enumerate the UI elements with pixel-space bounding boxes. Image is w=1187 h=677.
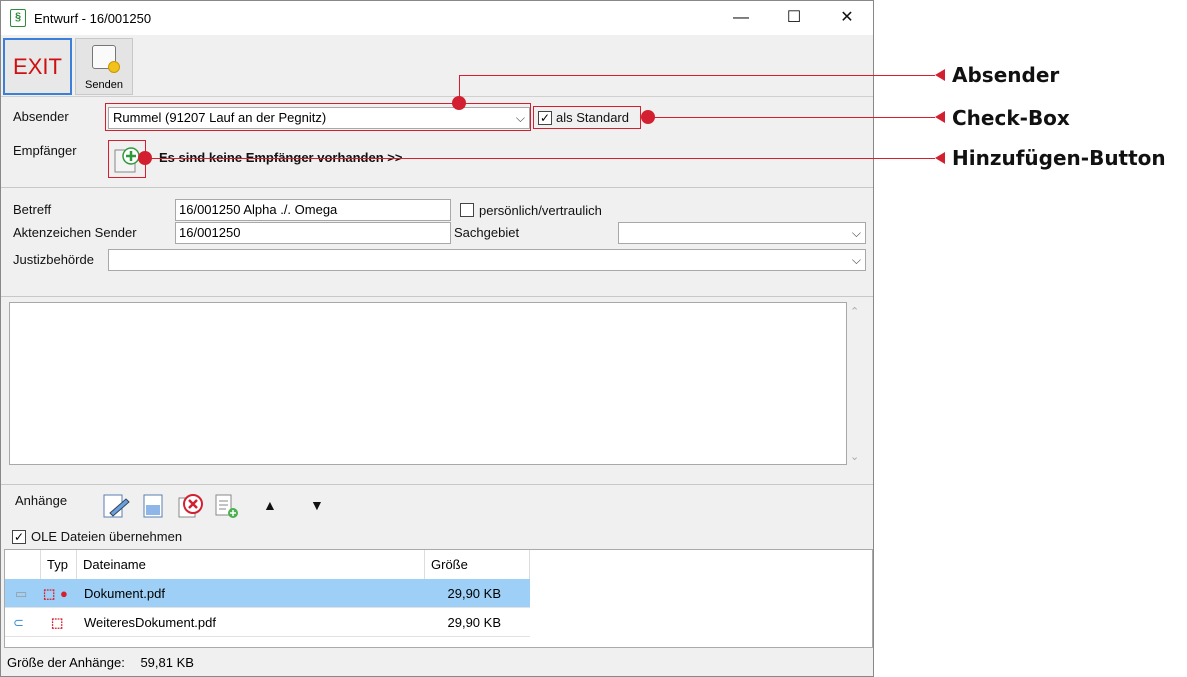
attachments-table: Typ Dateiname Größe ▭ ⬚ ● Dokument.pdf 2… — [4, 549, 873, 648]
column-header[interactable]: Typ — [41, 550, 77, 579]
dialog-window: § Entwurf - 16/001250 — ☐ ✕ EXIT Senden … — [0, 0, 874, 677]
attachments-size-status: Größe der Anhänge: 59,81 KB — [7, 655, 194, 670]
view-attachment-button[interactable] — [140, 493, 168, 519]
callout-add-button: Hinzufügen-Button — [952, 146, 1166, 170]
subject-area-label: Sachgebiet — [454, 225, 520, 240]
ole-label: OLE Dateien übernehmen — [31, 529, 183, 544]
divider — [1, 187, 873, 188]
message-body-textarea[interactable] — [9, 302, 847, 465]
callout-sender: Absender — [952, 63, 1060, 87]
document-icon: ▭ — [15, 586, 28, 601]
divider — [1, 296, 873, 297]
file-name: WeiteresDokument.pdf — [84, 615, 216, 630]
checkbox-highlight-box — [533, 106, 641, 129]
subject-label: Betreff — [13, 202, 52, 217]
callout-line — [146, 158, 935, 159]
signature-icon: ● — [60, 586, 68, 601]
callout-arrow-icon — [935, 152, 945, 164]
edit-attachment-button[interactable] — [102, 493, 130, 519]
add-document-icon — [215, 494, 238, 518]
reference-input[interactable]: 16/001250 — [175, 222, 451, 244]
pdf-icon: ⬚ — [51, 615, 64, 630]
callout-arrow-icon — [935, 111, 945, 123]
paperclip-icon: ⊂ — [13, 615, 24, 630]
document-icon — [143, 494, 163, 518]
column-header[interactable] — [5, 550, 41, 579]
confidential-label: persönlich/vertraulich — [479, 203, 602, 218]
callout-dot — [452, 96, 466, 110]
move-up-button[interactable]: ▲ — [263, 497, 277, 513]
callout-line — [648, 117, 935, 118]
close-button[interactable]: ✕ — [827, 7, 867, 29]
scroll-up-icon[interactable]: ⌃ — [850, 305, 859, 318]
file-size: 29,90 KB — [447, 615, 502, 630]
pdf-icon: ⬚ — [43, 586, 56, 601]
subject-input[interactable]: 16/001250 Alpha ./. Omega — [175, 199, 451, 221]
maximize-button[interactable]: ☐ — [774, 7, 814, 29]
callout-checkbox: Check-Box — [952, 106, 1070, 130]
file-name: Dokument.pdf — [84, 586, 165, 601]
exit-button[interactable]: EXIT — [3, 38, 72, 95]
delete-icon — [178, 494, 203, 518]
callout-dot — [641, 110, 655, 124]
table-row[interactable]: ⊂ ⬚ WeiteresDokument.pdf 29,90 KB — [5, 608, 530, 637]
authority-select[interactable]: ⌵ — [108, 249, 866, 271]
chevron-down-icon: ⌵ — [851, 253, 861, 267]
send-button[interactable]: Senden — [75, 38, 133, 95]
sender-label: Absender — [13, 109, 69, 124]
subject-area-select[interactable]: ⌵ — [618, 222, 866, 244]
file-size: 29,90 KB — [447, 586, 502, 601]
callout-line — [459, 75, 935, 76]
chevron-down-icon: ⌵ — [851, 226, 861, 240]
toolbar: EXIT Senden — [1, 35, 873, 97]
scroll-down-icon[interactable]: ⌄ — [850, 450, 859, 463]
sender-highlight-box — [105, 103, 531, 131]
add-attachment-button[interactable] — [214, 493, 242, 519]
move-down-button[interactable]: ▼ — [310, 497, 324, 513]
remove-attachment-button[interactable] — [177, 493, 205, 519]
edit-document-icon — [103, 494, 130, 518]
ole-checkbox[interactable]: ✓ — [12, 530, 26, 544]
callout-dot — [138, 151, 152, 165]
confidential-checkbox[interactable] — [460, 203, 474, 217]
column-header[interactable]: Größe — [425, 550, 530, 579]
send-icon — [92, 45, 120, 73]
send-button-label: Senden — [85, 79, 123, 91]
attachments-size-label: Größe der Anhänge: — [7, 655, 125, 670]
table-row[interactable]: ▭ ⬚ ● Dokument.pdf 29,90 KB — [5, 579, 530, 608]
title-bar: § Entwurf - 16/001250 — ☐ ✕ — [1, 1, 873, 35]
column-header[interactable]: Dateiname — [77, 550, 425, 579]
attachments-size-value: 59,81 KB — [140, 655, 194, 670]
attachments-label: Anhänge — [15, 493, 68, 508]
authority-label: Justizbehörde — [13, 252, 94, 267]
window-title: Entwurf - 16/001250 — [34, 11, 152, 26]
recipient-label: Empfänger — [13, 143, 77, 158]
callout-arrow-icon — [935, 69, 945, 81]
reference-label: Aktenzeichen Sender — [13, 225, 137, 240]
minimize-button[interactable]: — — [721, 7, 761, 29]
divider — [1, 484, 873, 485]
app-paragraph-icon: § — [10, 9, 26, 27]
